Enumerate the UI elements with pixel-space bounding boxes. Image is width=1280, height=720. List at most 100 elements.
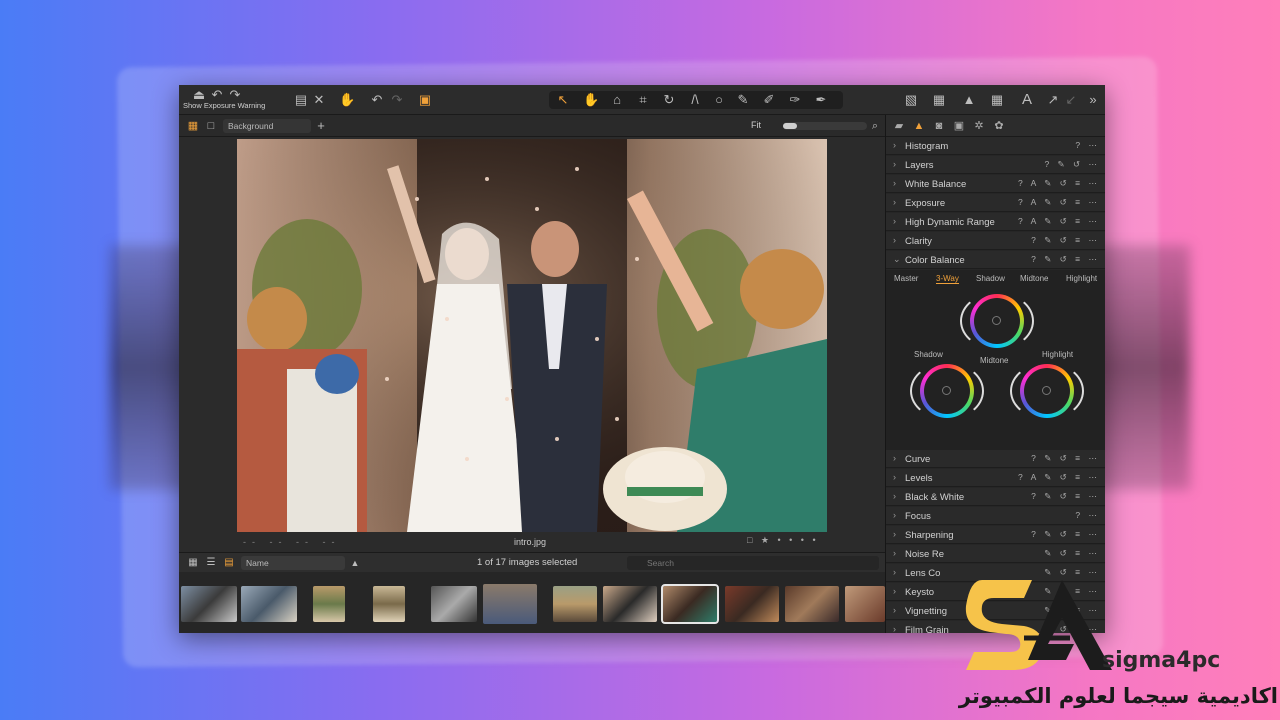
share-icon[interactable]: ↙ <box>1063 92 1079 108</box>
tool-row-curve[interactable]: › Curve? ✎ ↺ ≡ ⋯ <box>886 450 1105 468</box>
redo-arrow-icon[interactable]: ↷ <box>389 92 405 108</box>
loupe-icon[interactable]: ⌂ <box>609 92 625 108</box>
chevron-right-icon: › <box>893 216 896 226</box>
thumbnail[interactable] <box>483 584 537 624</box>
proof-icon[interactable]: ▧ <box>903 92 919 108</box>
brush-icon[interactable]: ✐ <box>761 92 777 108</box>
thumbnail-selected[interactable] <box>661 584 719 624</box>
overlay-grid-icon[interactable]: ▦ <box>989 92 1005 108</box>
zoom-slider[interactable] <box>783 122 867 130</box>
picker-icon[interactable]: ✎ <box>735 92 751 108</box>
crop-icon[interactable]: ⌗ <box>635 92 651 108</box>
rotate-icon[interactable]: ↻ <box>661 92 677 108</box>
add-icon[interactable]: + <box>313 118 329 134</box>
thumbnail[interactable] <box>725 586 779 622</box>
styles-tab-icon[interactable]: ✿ <box>992 119 1006 133</box>
sort-direction-icon[interactable]: ▲ <box>347 555 363 571</box>
image-viewer: -- -- -- -- intro.jpg □ ★ • • • • <box>179 137 885 552</box>
tool-row-black-white[interactable]: › Black & White? ✎ ↺ ≡ ⋯ <box>886 488 1105 506</box>
highlight-wheel-handle[interactable] <box>1042 386 1051 395</box>
settings-tab-icon[interactable]: ✲ <box>972 119 986 133</box>
cb-tab-highlight[interactable]: Highlight <box>1066 274 1097 283</box>
zoom-slider-knob[interactable] <box>783 123 797 129</box>
shadow-wheel-handle[interactable] <box>942 386 951 395</box>
tool-actions[interactable]: ? ✎ ↺ ⋯ <box>1044 159 1100 170</box>
background-select[interactable]: Background <box>223 119 311 133</box>
tool-actions[interactable]: ? A ✎ ↺ ≡ ⋯ <box>1018 178 1100 189</box>
eraser-icon[interactable]: ✒ <box>813 92 829 108</box>
chevron-right-icon: › <box>893 140 896 150</box>
tool-actions[interactable]: ? A ✎ ↺ ≡ ⋯ <box>1018 197 1100 208</box>
cb-tab-shadow[interactable]: Shadow <box>976 274 1005 283</box>
thumbnail[interactable] <box>373 586 405 622</box>
thumbnail[interactable] <box>431 586 477 622</box>
tool-row-levels[interactable]: › Levels? A ✎ ↺ ≡ ⋯ <box>886 469 1105 487</box>
export-icon[interactable]: ↗ <box>1045 92 1061 108</box>
tool-row-hdr[interactable]: › High Dynamic Range? A ✎ ↺ ≡ ⋯ <box>886 213 1105 231</box>
thumbnail[interactable] <box>553 586 597 622</box>
copy-adjustments-icon[interactable]: ▣ <box>417 92 433 108</box>
tool-row-exposure[interactable]: › Exposure? A ✎ ↺ ≡ ⋯ <box>886 194 1105 212</box>
undo-arrow-icon[interactable]: ↶ <box>369 92 385 108</box>
single-view-icon[interactable]: □ <box>203 118 219 134</box>
color-balance-panel: Master 3-Way Shadow Midtone Highlight Sh… <box>886 270 1105 450</box>
tool-row-noise-reduction[interactable]: › Noise Re ✎ ↺ ≡ ⋯ <box>886 545 1105 563</box>
cb-tab-midtone[interactable]: Midtone <box>1020 274 1048 283</box>
thumbnail[interactable] <box>845 586 885 622</box>
cb-tab-3way[interactable]: 3-Way <box>936 274 959 284</box>
tool-actions[interactable]: ? A ✎ ↺ ≡ ⋯ <box>1018 216 1100 227</box>
thumbnail[interactable] <box>181 586 237 622</box>
tool-actions[interactable]: ? ✎ ↺ ≡ ⋯ <box>1031 529 1100 540</box>
tool-actions[interactable]: ? ⋯ <box>1075 510 1100 521</box>
filmstrip-layout-icon[interactable]: ▤ <box>221 555 237 571</box>
tool-row-clarity[interactable]: › Clarity? ✎ ↺ ≡ ⋯ <box>886 232 1105 250</box>
tool-row-white-balance[interactable]: › White Balance? A ✎ ↺ ≡ ⋯ <box>886 175 1105 193</box>
tool-row-histogram[interactable]: › Histogram? ⋯ <box>886 137 1105 155</box>
list-layout-icon[interactable]: ☰ <box>203 555 219 571</box>
tool-actions[interactable]: ? ✎ ↺ ≡ ⋯ <box>1031 254 1100 265</box>
hand-icon[interactable]: ✋ <box>339 92 355 108</box>
thumbnail[interactable] <box>313 586 345 622</box>
midtone-wheel-handle[interactable] <box>992 316 1001 325</box>
zoom-fit-label[interactable]: Fit <box>751 120 761 130</box>
grid-view-icon[interactable]: ▦ <box>931 92 947 108</box>
thumbnail[interactable] <box>241 586 297 622</box>
exposure-tab-icon[interactable]: ▲ <box>912 119 926 133</box>
gradient-icon[interactable]: ✑ <box>787 92 803 108</box>
tool-row-sharpening[interactable]: › Sharpening? ✎ ↺ ≡ ⋯ <box>886 526 1105 544</box>
sort-select[interactable]: Name <box>241 556 345 570</box>
close-icon[interactable]: ✕ <box>311 92 327 108</box>
text-annotation-icon[interactable]: A <box>1019 92 1035 108</box>
more-chevron-icon[interactable]: » <box>1085 92 1101 108</box>
browser-toolbar: ▦ ☰ ▤ Name ▲ 1 of 17 images selected ⌕ S… <box>179 552 885 572</box>
tool-actions[interactable]: ? A ✎ ↺ ≡ ⋯ <box>1018 472 1100 483</box>
exposure-warning-label[interactable]: Show Exposure Warning <box>183 101 265 110</box>
pan-icon[interactable]: ✋ <box>583 92 599 108</box>
select-cursor-icon[interactable]: ↖ <box>555 92 571 108</box>
warning-icon[interactable]: ▲ <box>961 92 977 108</box>
rating-stars[interactable]: □ ★ • • • • <box>747 535 819 546</box>
tool-actions[interactable]: ? ✎ ↺ ≡ ⋯ <box>1031 453 1100 464</box>
camera-tab-icon[interactable]: ◙ <box>932 119 946 133</box>
keystone-icon[interactable]: /\ <box>687 92 703 108</box>
zoom-search-icon[interactable]: ⌕ <box>867 118 883 134</box>
tool-actions[interactable]: ✎ ↺ ≡ ⋯ <box>1044 548 1100 559</box>
multi-view-icon[interactable]: ▦ <box>185 118 201 134</box>
chevron-down-icon: ⌄ <box>893 254 901 264</box>
grid-layout-icon[interactable]: ▦ <box>185 555 201 571</box>
tool-row-focus[interactable]: › Focus? ⋯ <box>886 507 1105 525</box>
import-icon[interactable]: ▤ <box>293 92 309 108</box>
tool-row-layers[interactable]: › Layers? ✎ ↺ ⋯ <box>886 156 1105 174</box>
tool-actions[interactable]: ? ✎ ↺ ≡ ⋯ <box>1031 491 1100 502</box>
tool-actions[interactable]: ? ⋯ <box>1075 140 1100 151</box>
library-tab-icon[interactable]: ▰ <box>892 119 906 133</box>
tool-row-color-balance[interactable]: ⌄ Color Balance? ✎ ↺ ≡ ⋯ <box>886 251 1105 269</box>
tool-actions[interactable]: ? ✎ ↺ ≡ ⋯ <box>1031 235 1100 246</box>
thumbnail[interactable] <box>603 586 657 622</box>
search-input[interactable]: Search <box>627 556 879 570</box>
cb-tab-master[interactable]: Master <box>894 274 918 283</box>
metadata-tab-icon[interactable]: ▣ <box>952 119 966 133</box>
thumbnail[interactable] <box>785 586 839 622</box>
spot-removal-icon[interactable]: ○ <box>711 92 727 108</box>
chevron-right-icon: › <box>893 235 896 245</box>
